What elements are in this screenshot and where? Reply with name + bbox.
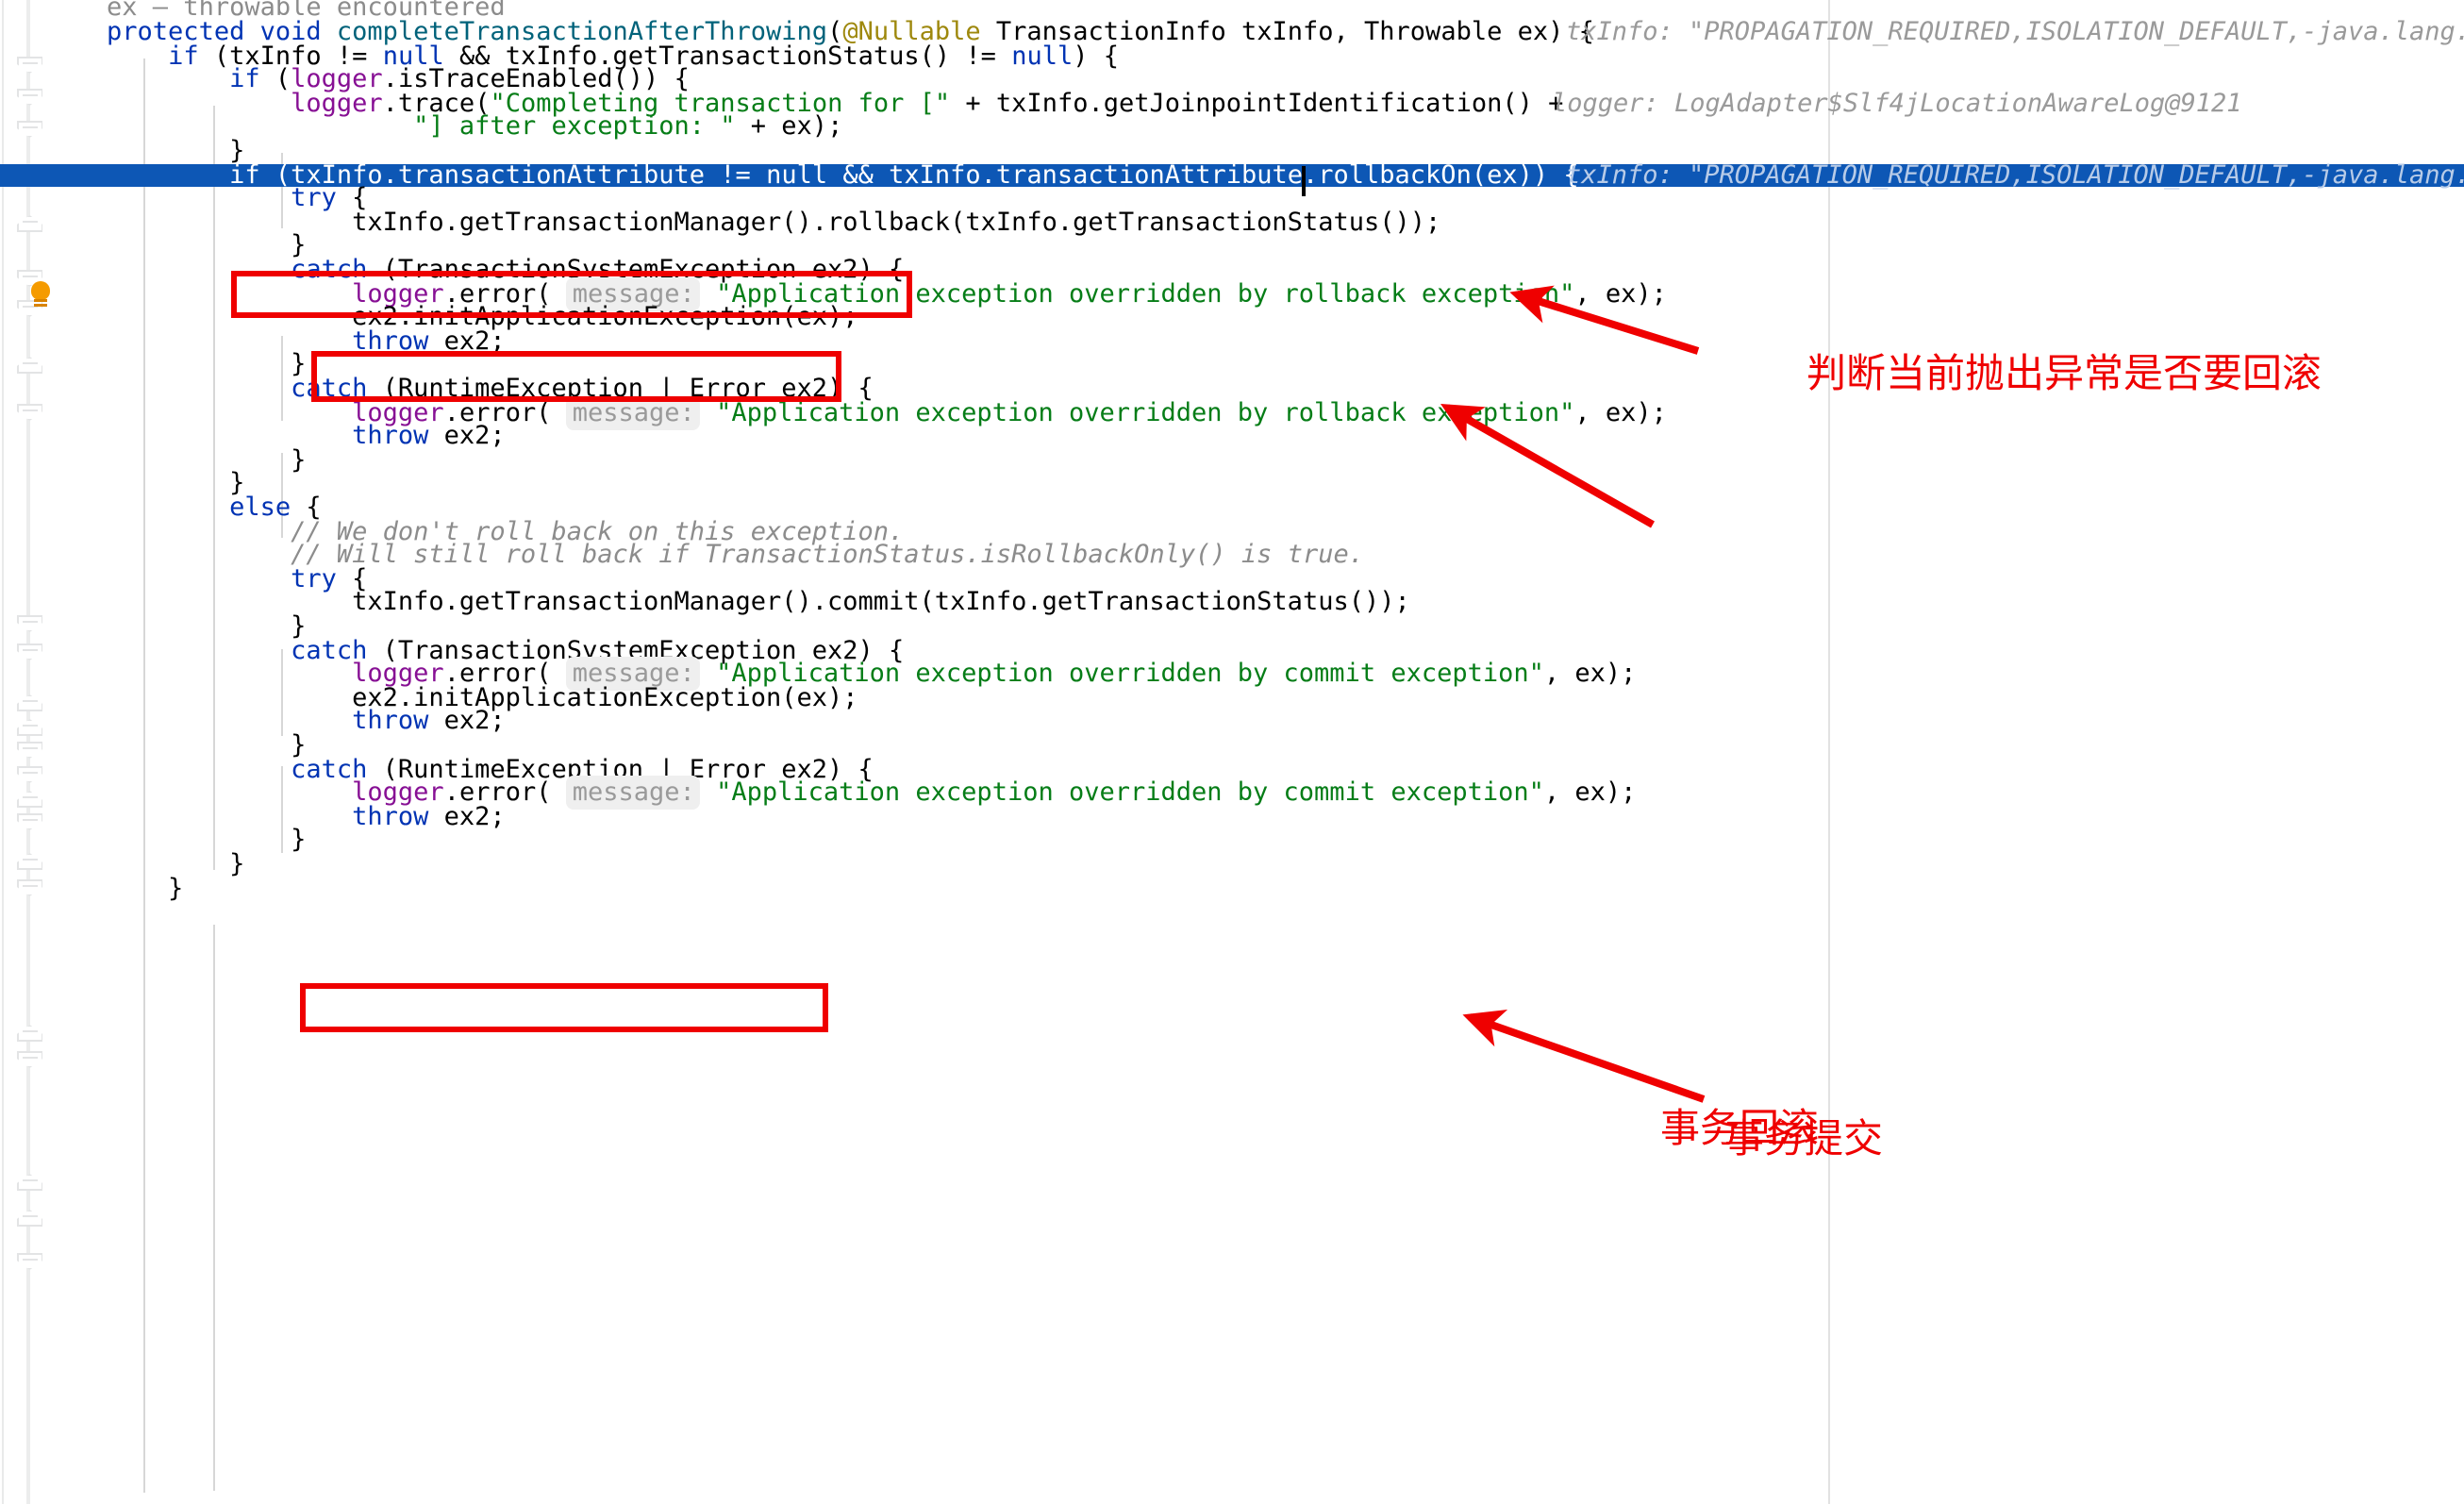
- token-plain: , ex);: [1574, 397, 1667, 428]
- token-kw: throw: [352, 801, 429, 832]
- lightbulb-base-2: [34, 304, 47, 307]
- inlay-hint: txInfo: "PROPAGATION_REQUIRED,ISOLATION_…: [1566, 17, 2464, 47]
- token-str: "Application exception overridden by rol…: [716, 397, 1575, 428]
- token-plain: && txInfo.transactionAttribute.rollbackO…: [827, 159, 1579, 191]
- token-kw: null: [1011, 41, 1074, 72]
- token-plain: ex2;: [428, 801, 506, 832]
- token-str: "] after exception: ": [413, 111, 736, 142]
- code-line[interactable]: throw ex2;: [0, 328, 2464, 354]
- code-line[interactable]: txInfo.getTransactionManager().commit(tx…: [0, 590, 2464, 615]
- indent-guide-7: [212, 925, 214, 1491]
- code-line[interactable]: throw ex2;: [0, 804, 2464, 829]
- token-plain: , ex);: [1543, 659, 1637, 690]
- token-kw: throw: [352, 706, 429, 737]
- code-line[interactable]: // Will still roll back if TransactionSt…: [0, 540, 2464, 571]
- token-plain: ) {: [1073, 41, 1119, 72]
- code-line[interactable]: txInfo.getTransactionManager().rollback(…: [0, 209, 2464, 235]
- code-line-text: }: [45, 876, 183, 901]
- token-plain: , ex);: [1574, 278, 1667, 309]
- lightbulb-icon[interactable]: [28, 281, 55, 311]
- token-cmt: // Will still roll back if TransactionSt…: [291, 540, 1364, 571]
- token-plain: ex2;: [428, 706, 506, 737]
- code-line-current[interactable]: if (txInfo.transactionAttribute != null …: [0, 159, 2464, 196]
- inlay-hint: txInfo: "PROPAGATION_REQUIRED,ISOLATION_…: [1566, 159, 2464, 191]
- token-kw: throw: [352, 326, 429, 357]
- code-line[interactable]: "] after exception: " + ex);: [0, 114, 2464, 140]
- code-line[interactable]: }: [0, 471, 2464, 496]
- code-line[interactable]: }: [0, 852, 2464, 877]
- token-kw: null: [766, 159, 828, 191]
- token-plain: ex2;: [428, 326, 506, 357]
- token-plain: ex2;: [428, 421, 506, 452]
- editor-text-area[interactable]: ex – throwable encountered protected voi…: [0, 0, 2464, 1504]
- lightbulb-base-1: [34, 299, 47, 302]
- code-editor-window: ex – throwable encountered protected voi…: [0, 0, 2464, 1504]
- code-line[interactable]: }: [0, 447, 2464, 473]
- token-str: "Application exception overridden by com…: [716, 777, 1544, 809]
- token-plain: + txInfo.getJoinpointIdentification() +: [950, 88, 1564, 119]
- token-plain: , ex);: [1543, 777, 1637, 809]
- token-plain: + ex);: [735, 111, 843, 142]
- code-line[interactable]: }: [0, 876, 2464, 901]
- token-plain: }: [45, 873, 184, 904]
- inlay-hint: logger: LogAdapter$Slf4jLocationAwareLog…: [1552, 88, 2242, 119]
- code-line[interactable]: throw ex2;: [0, 706, 2464, 737]
- token-kw: throw: [352, 421, 429, 452]
- code-line[interactable]: }: [0, 827, 2464, 853]
- code-line[interactable]: throw ex2;: [0, 424, 2464, 449]
- lightbulb-glass: [31, 281, 50, 300]
